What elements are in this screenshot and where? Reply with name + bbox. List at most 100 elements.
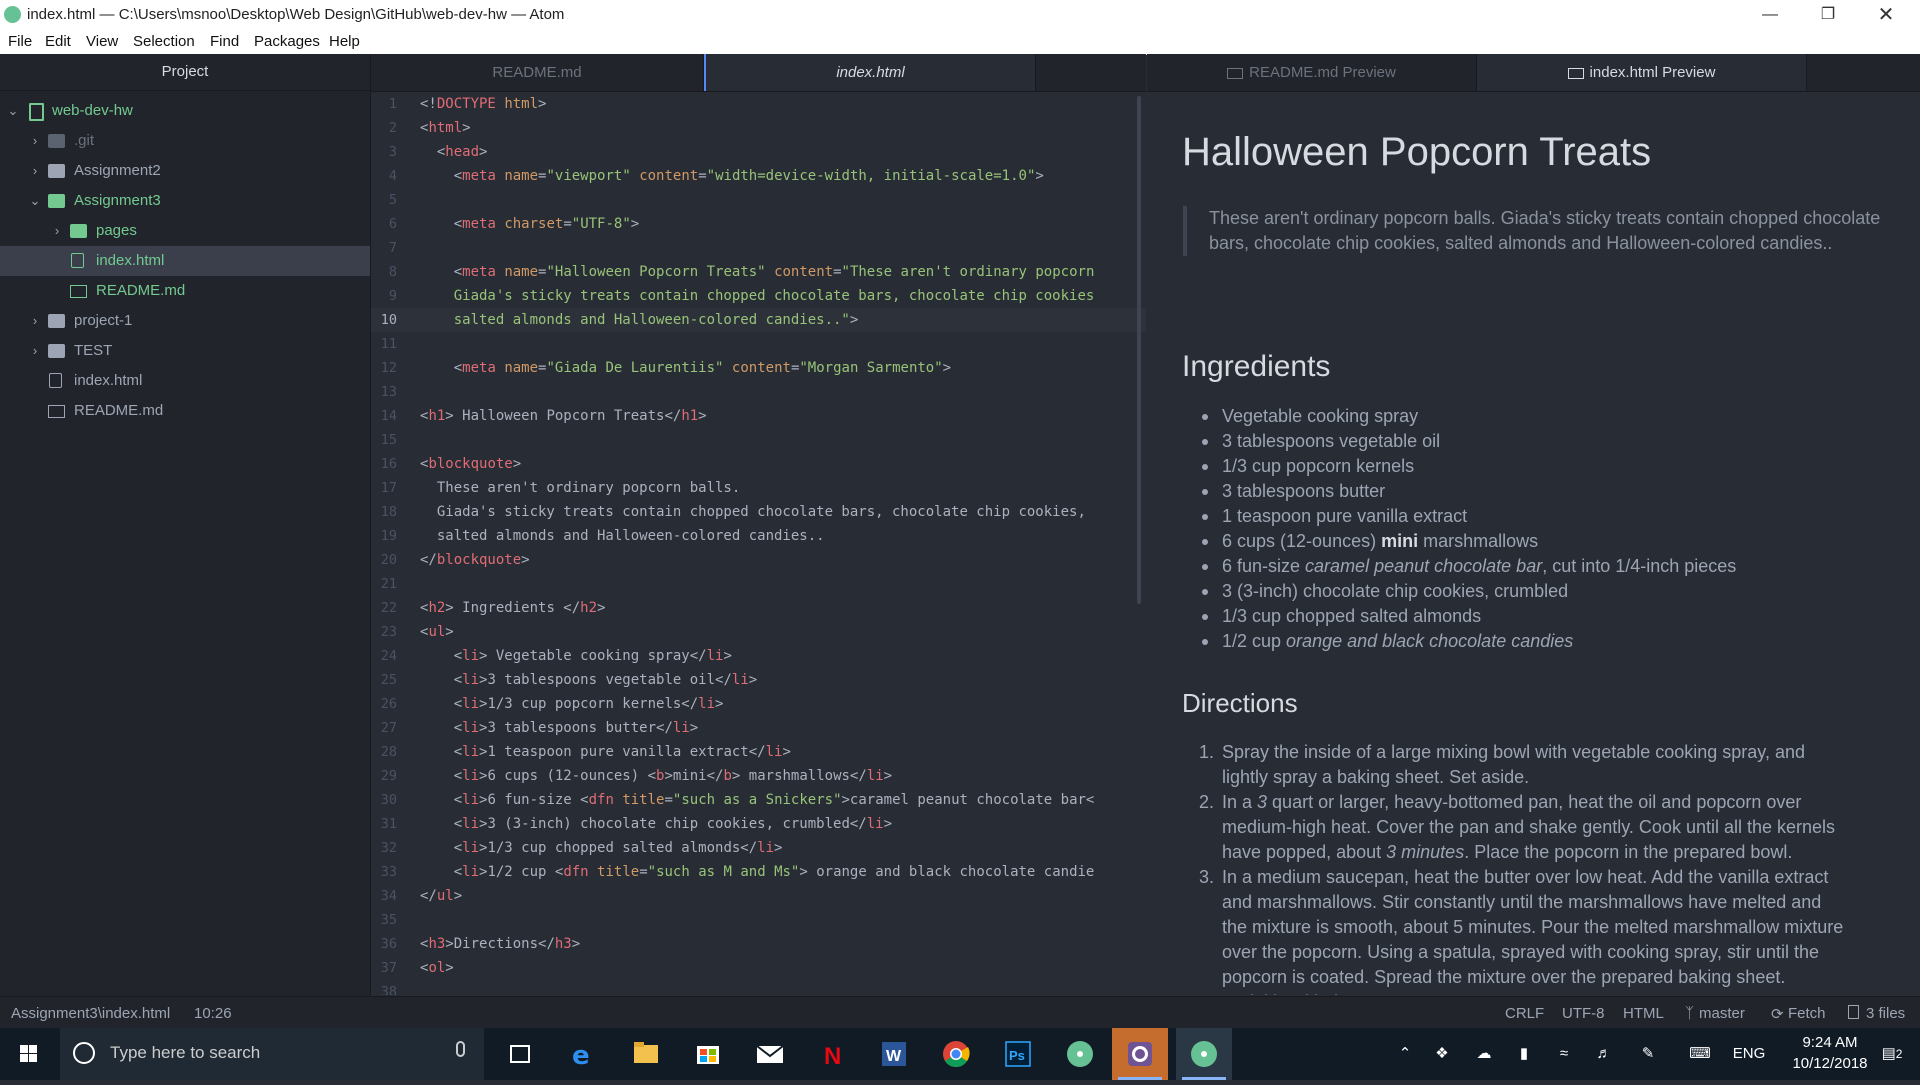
status-grammar[interactable]: HTML <box>1623 1005 1664 1022</box>
taskbar-atom-alt[interactable] <box>1052 1028 1108 1080</box>
code-line[interactable]: 20 </blockquote> <box>371 548 1146 572</box>
code-line[interactable]: 35 <box>371 908 1146 932</box>
restore-button[interactable]: ❐ <box>1806 2 1850 28</box>
clock[interactable]: 9:24 AM 10/12/2018 <box>1782 1032 1878 1076</box>
code-line[interactable]: 11 <box>371 332 1146 356</box>
vertical-scrollbar[interactable] <box>1137 96 1141 604</box>
code-line[interactable]: 25 <li>3 tablespoons vegetable oil</li> <box>371 668 1146 692</box>
tree-item-index-html-root[interactable]: index.html <box>0 366 370 396</box>
code-line[interactable]: 1 <!DOCTYPE html> <box>371 92 1146 116</box>
status-branch[interactable]: master <box>1699 1005 1745 1022</box>
code-line[interactable]: 2 <html> <box>371 116 1146 140</box>
code-line[interactable]: 36 <h3>Directions</h3> <box>371 932 1146 956</box>
menu-view[interactable]: View <box>86 33 118 50</box>
code-editor[interactable]: 1 <!DOCTYPE html> 2 <html> 3 <head> 4 <meta n… <box>371 92 1146 995</box>
taskbar-mail[interactable] <box>742 1028 798 1080</box>
pen-icon[interactable]: ✎ <box>1630 1028 1666 1080</box>
tree-item-project-1[interactable]: › project-1 <box>0 306 370 336</box>
taskbar-file-explorer[interactable] <box>618 1028 674 1080</box>
tab-readme-md[interactable]: README.md <box>371 54 704 91</box>
code-line[interactable]: 4 <meta name="viewport" content="width=d… <box>371 164 1146 188</box>
tree-item-test[interactable]: › TEST <box>0 336 370 366</box>
code-line[interactable]: 6 <meta charset="UTF-8"> <box>371 212 1146 236</box>
taskbar-store[interactable] <box>680 1028 736 1080</box>
code-line[interactable]: 17 These aren't ordinary popcorn balls. <box>371 476 1146 500</box>
taskbar-chrome[interactable] <box>928 1028 984 1080</box>
code-line[interactable]: 33 <li>1/2 cup <dfn title="such as M and… <box>371 860 1146 884</box>
code-line[interactable]: 3 <head> <box>371 140 1146 164</box>
menu-find[interactable]: Find <box>210 33 239 50</box>
code-line[interactable]: 27 <li>3 tablespoons butter</li> <box>371 716 1146 740</box>
code-line[interactable]: 14 <h1> Halloween Popcorn Treats</h1> <box>371 404 1146 428</box>
tab-readme-preview[interactable]: README.md Preview <box>1147 54 1477 91</box>
status-files[interactable]: 3 files <box>1866 1005 1905 1022</box>
keyboard-icon[interactable]: ⌨ <box>1682 1028 1718 1080</box>
code-line[interactable]: 18 Giada's sticky treats contain chopped… <box>371 500 1146 524</box>
tree-item-readme[interactable]: README.md <box>0 276 370 306</box>
tree-item-assignment2[interactable]: › Assignment2 <box>0 156 370 186</box>
code-line[interactable]: 32 <li>1/3 cup chopped salted almonds</l… <box>371 836 1146 860</box>
tab-index-preview[interactable]: index.html Preview <box>1477 54 1807 91</box>
code-line[interactable]: 7 <box>371 236 1146 260</box>
code-line[interactable]: 19 salted almonds and Halloween-colored … <box>371 524 1146 548</box>
code-line[interactable]: 29 <li>6 cups (12-ounces) <b>mini</b> ma… <box>371 764 1146 788</box>
code-line[interactable]: 30 <li>6 fun-size <dfn title="such as a … <box>371 788 1146 812</box>
code-line[interactable]: 13 <box>371 380 1146 404</box>
menu-selection[interactable]: Selection <box>133 33 195 50</box>
start-button[interactable] <box>0 1028 56 1080</box>
status-file-path[interactable]: Assignment3\index.html <box>11 1005 170 1022</box>
show-hidden-icons-chevron-icon[interactable]: ⌃ <box>1390 1028 1420 1080</box>
taskbar-netflix[interactable]: N <box>804 1028 860 1080</box>
code-line[interactable]: 5 <box>371 188 1146 212</box>
code-line[interactable]: 28 <li>1 teaspoon pure vanilla extract</… <box>371 740 1146 764</box>
battery-icon[interactable]: ▮ <box>1506 1028 1542 1080</box>
code-line[interactable]: 34 </ul> <box>371 884 1146 908</box>
status-line-ending[interactable]: CRLF <box>1505 1005 1544 1022</box>
tree-item-assignment3[interactable]: ⌄ Assignment3 <box>0 186 370 216</box>
tab-index-html[interactable]: index.html <box>704 54 1036 91</box>
status-fetch[interactable]: Fetch <box>1788 1005 1826 1022</box>
tree-item-git[interactable]: › .git <box>0 126 370 156</box>
preview-title: Halloween Popcorn Treats <box>1182 130 1652 174</box>
tree-item-web-dev-hw[interactable]: ⌄ web-dev-hw <box>0 96 370 126</box>
code-line[interactable]: 38 <box>371 980 1146 995</box>
code-line[interactable]: 23 <ul> <box>371 620 1146 644</box>
close-button[interactable]: ✕ <box>1864 2 1908 28</box>
code-line[interactable]: 9 Giada's sticky treats contain chopped … <box>371 284 1146 308</box>
volume-icon[interactable]: ♬ <box>1586 1028 1622 1080</box>
status-encoding[interactable]: UTF-8 <box>1562 1005 1605 1022</box>
taskbar-word[interactable]: W <box>866 1028 922 1080</box>
language-indicator[interactable]: ENG <box>1726 1028 1772 1080</box>
microphone-icon[interactable] <box>456 1041 465 1057</box>
status-cursor-position[interactable]: 10:26 <box>194 1005 232 1022</box>
menu-packages[interactable]: Packages <box>254 33 320 50</box>
wifi-icon[interactable]: ≈ <box>1546 1028 1582 1080</box>
task-view-button[interactable] <box>492 1028 548 1080</box>
tree-item-pages[interactable]: › pages <box>0 216 370 246</box>
onedrive-icon[interactable]: ☁ <box>1466 1028 1502 1080</box>
tree-item-readme-root[interactable]: README.md <box>0 396 370 426</box>
code-line[interactable]: 24 <li> Vegetable cooking spray</li> <box>371 644 1146 668</box>
menu-file[interactable]: File <box>8 33 32 50</box>
taskbar-edge[interactable]: e <box>556 1028 612 1080</box>
minimize-button[interactable]: — <box>1748 2 1792 28</box>
code-line[interactable]: 10 salted almonds and Halloween-colored … <box>371 308 1146 332</box>
taskbar-github[interactable] <box>1112 1028 1168 1080</box>
code-line[interactable]: 37 <ol> <box>371 956 1146 980</box>
taskbar-atom[interactable] <box>1176 1028 1232 1080</box>
code-line[interactable]: 15 <box>371 428 1146 452</box>
code-line[interactable]: 22 <h2> Ingredients </h2> <box>371 596 1146 620</box>
action-center-icon[interactable]: ▤2 <box>1872 1028 1912 1080</box>
code-line[interactable]: 31 <li>3 (3-inch) chocolate chip cookies… <box>371 812 1146 836</box>
code-line[interactable]: 8 <meta name="Halloween Popcorn Treats" … <box>371 260 1146 284</box>
menu-help[interactable]: Help <box>329 33 360 50</box>
code-line[interactable]: 12 <meta name="Giada De Laurentiis" cont… <box>371 356 1146 380</box>
code-line[interactable]: 26 <li>1/3 cup popcorn kernels</li> <box>371 692 1146 716</box>
tree-item-index-html-selected[interactable]: index.html <box>0 246 370 276</box>
code-line[interactable]: 16 <blockquote> <box>371 452 1146 476</box>
code-line[interactable]: 21 <box>371 572 1146 596</box>
taskbar-photoshop[interactable]: Ps <box>990 1028 1046 1080</box>
menu-edit[interactable]: Edit <box>45 33 71 50</box>
dropbox-icon[interactable]: ❖ <box>1424 1028 1460 1080</box>
taskbar-search[interactable]: Type here to search <box>60 1028 484 1080</box>
